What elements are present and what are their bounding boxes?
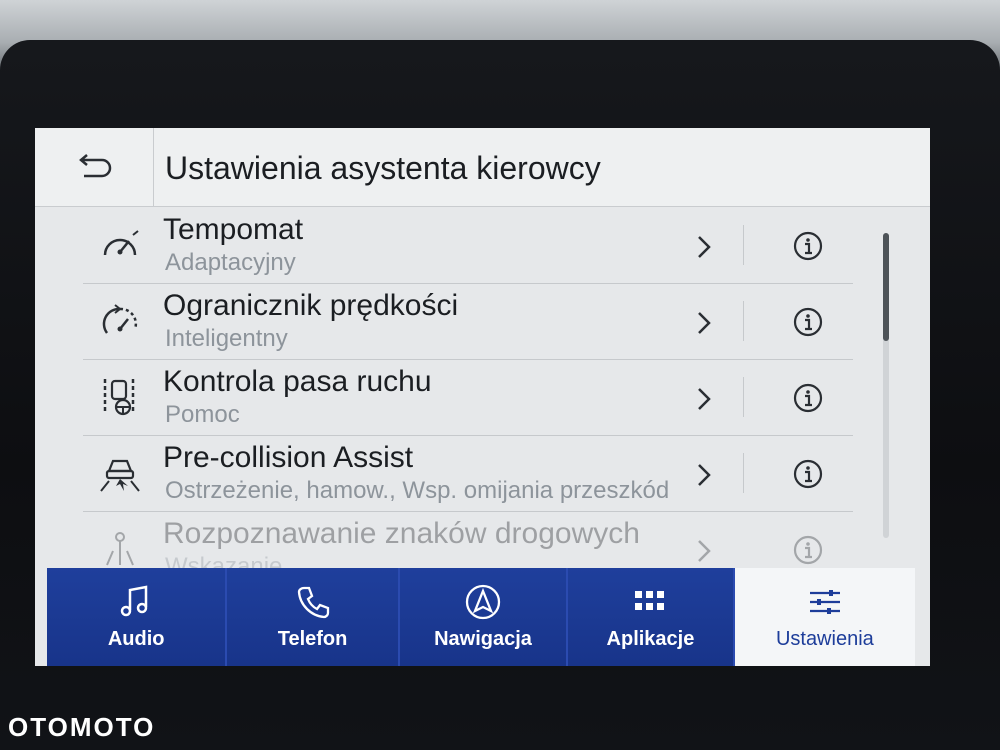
chevron-right-icon[interactable] xyxy=(693,461,715,489)
scrollbar-thumb[interactable] xyxy=(883,233,889,341)
nav-label: Ustawienia xyxy=(775,627,874,650)
divider xyxy=(743,377,744,417)
chevron-right-icon[interactable] xyxy=(693,233,715,261)
list-item-sublabel: Inteligentny xyxy=(165,325,288,352)
info-icon[interactable] xyxy=(793,231,823,261)
back-button[interactable] xyxy=(35,128,154,206)
page-title: Ustawienia asystenta kierowcy xyxy=(165,150,601,186)
nav-settings[interactable]: Ustawienia xyxy=(734,568,916,666)
divider xyxy=(743,453,744,493)
nav-label: Aplikacje xyxy=(606,627,695,650)
speedometer-icon xyxy=(103,230,139,256)
header-bar: Ustawienia asystenta kierowcy xyxy=(35,128,930,207)
list-item-label: Rozpoznawanie znaków drogowych xyxy=(163,517,640,550)
list-item-sublabel: Ostrzeżenie, hamow., Wsp. omijania przes… xyxy=(165,477,670,504)
list-item-label: Tempomat xyxy=(163,213,304,246)
nav-navigation[interactable]: Nawigacja xyxy=(399,568,569,666)
nav-label: Nawigacja xyxy=(434,627,532,650)
list-item-sublabel: Pomoc xyxy=(165,401,240,428)
chevron-right-icon[interactable] xyxy=(693,385,715,413)
chevron-right-icon[interactable] xyxy=(693,309,715,337)
info-icon[interactable] xyxy=(793,307,823,337)
nav-apps[interactable]: Aplikacje xyxy=(568,568,735,666)
collision-car-icon xyxy=(100,459,140,492)
info-icon[interactable] xyxy=(793,535,823,565)
divider xyxy=(743,301,744,341)
list-item-label: Kontrola pasa ruchu xyxy=(163,365,432,398)
traffic-sign-icon xyxy=(106,532,134,566)
bottom-navigation: Audio Telefon Nawigacja Aplikacje Ustawi… xyxy=(47,568,916,666)
infotainment-screen: Ustawienia asystenta kierowcy Tempomat A… xyxy=(35,128,930,666)
nav-phone[interactable]: Telefon xyxy=(227,568,400,666)
nav-audio[interactable]: Audio xyxy=(47,568,228,666)
chevron-right-icon[interactable] xyxy=(693,537,715,565)
lane-keeping-icon xyxy=(103,379,135,416)
speed-limiter-icon xyxy=(102,304,138,334)
apps-grid-icon xyxy=(635,590,665,610)
divider xyxy=(743,225,744,265)
list-item-lane-keeping[interactable]: Kontrola pasa ruchu Pomoc xyxy=(83,359,853,436)
list-item-label: Ogranicznik prędkości xyxy=(163,289,459,322)
info-icon[interactable] xyxy=(793,383,823,413)
music-note-icon xyxy=(120,584,148,616)
list-item-label: Pre-collision Assist xyxy=(163,441,414,474)
navigation-icon xyxy=(465,584,501,619)
back-arrow-icon xyxy=(79,154,112,178)
info-icon[interactable] xyxy=(793,459,823,489)
list-item-sublabel: Adaptacyjny xyxy=(165,249,296,276)
list-item-pre-collision[interactable]: Pre-collision Assist Ostrzeżenie, hamow.… xyxy=(83,435,853,512)
watermark-logo: OTOMOTO xyxy=(8,712,156,742)
nav-label: Audio xyxy=(107,627,165,650)
list-item-tempomat[interactable]: Tempomat Adaptacyjny xyxy=(83,207,853,284)
settings-sliders-icon xyxy=(809,589,840,614)
nav-label: Telefon xyxy=(277,627,348,650)
phone-icon xyxy=(297,586,329,618)
settings-list: Tempomat Adaptacyjny Ogranicznik prędkoś… xyxy=(35,207,930,580)
list-item-speed-limiter[interactable]: Ogranicznik prędkości Inteligentny xyxy=(83,283,853,360)
